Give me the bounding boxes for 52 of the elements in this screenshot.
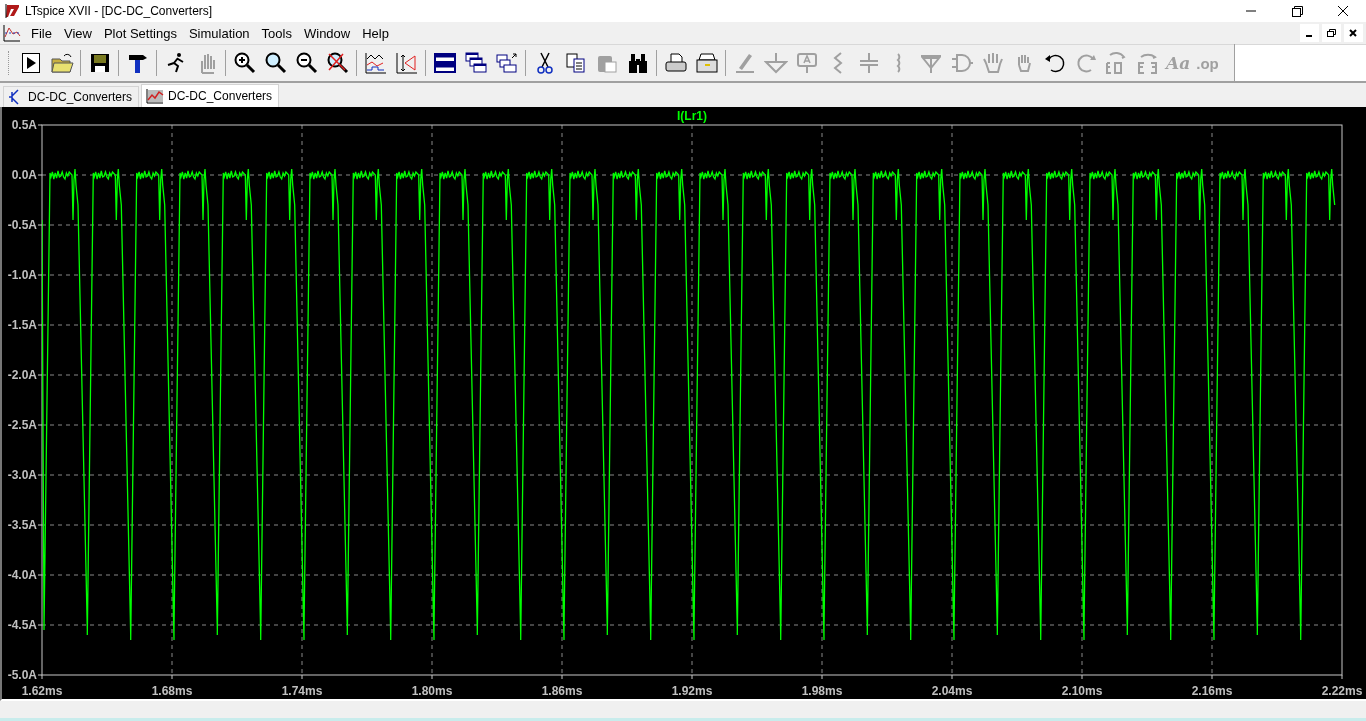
printer-icon[interactable] (663, 51, 688, 75)
x-axis-label: 1.68ms (151, 684, 193, 698)
x-axis-label: 2.16ms (1191, 684, 1233, 698)
trace-label[interactable]: I(Lr1) (677, 109, 707, 123)
magnifier-icon[interactable] (263, 51, 288, 75)
cascade-windows-icon[interactable] (463, 51, 488, 75)
x-axis-label: 1.98ms (801, 684, 843, 698)
y-axis-label: -0.5A (7, 218, 37, 232)
restore-icon[interactable] (1322, 24, 1341, 42)
copy-icon[interactable] (563, 51, 588, 75)
x-axis-label: 2.04ms (931, 684, 973, 698)
waveform-icon[interactable] (363, 51, 388, 75)
folder-icon[interactable] (49, 51, 74, 75)
y-axis-label: -3.5A (7, 518, 37, 532)
close-icon[interactable] (1344, 24, 1363, 42)
menu-item[interactable]: File (25, 25, 58, 41)
y-axis-label: -4.5A (7, 618, 37, 632)
x-axis-label: 1.92ms (671, 684, 713, 698)
minimize-icon[interactable] (1300, 24, 1319, 42)
y-axis-label: -5.0A (7, 668, 37, 682)
y-axis-label: -2.0A (7, 368, 37, 382)
y-axis-label: -2.5A (7, 418, 37, 432)
y-axis-label: 0.0A (11, 168, 37, 182)
menu-item[interactable]: Tools (255, 25, 298, 41)
menu-item[interactable]: Plot Settings (97, 25, 183, 41)
x-axis-label: 2.22ms (1321, 684, 1363, 698)
window-title: LTspice XVII - [DC-DC_Converters] (25, 4, 214, 18)
menu-item[interactable]: Help (356, 25, 395, 41)
waveform-icon (146, 88, 165, 104)
document-tab[interactable]: DC-DC_Converters (141, 84, 280, 107)
y-axis-label: -3.0A (7, 468, 37, 482)
y-axis-label: -4.0A (7, 568, 37, 582)
crossed-magnifier-icon[interactable] (325, 51, 350, 75)
horizontal-windows-icon[interactable] (432, 51, 457, 75)
y-axis-label: -1.0A (7, 268, 37, 282)
y-axis-label: -1.5A (7, 318, 37, 332)
x-axis-label: 1.80ms (411, 684, 453, 698)
autorange-icon[interactable] (394, 51, 419, 75)
app-logo-icon (5, 3, 21, 19)
menu-item[interactable]: View (57, 25, 98, 41)
y-axis-label: 0.5A (11, 118, 37, 132)
zoom-out-icon[interactable] (294, 51, 319, 75)
document-tab[interactable]: DC-DC_Converters (3, 86, 140, 107)
x-axis-label: 1.74ms (281, 684, 323, 698)
x-axis-label: 1.62ms (21, 684, 63, 698)
printer-icon[interactable] (694, 51, 719, 75)
zoom-in-icon[interactable] (232, 51, 257, 75)
arrange-windows-icon[interactable] (494, 51, 519, 75)
menu-item[interactable]: Simulation (182, 25, 256, 41)
menu-item[interactable]: Window (297, 25, 357, 41)
x-axis-label: 2.10ms (1061, 684, 1103, 698)
x-axis-label: 1.86ms (541, 684, 583, 698)
